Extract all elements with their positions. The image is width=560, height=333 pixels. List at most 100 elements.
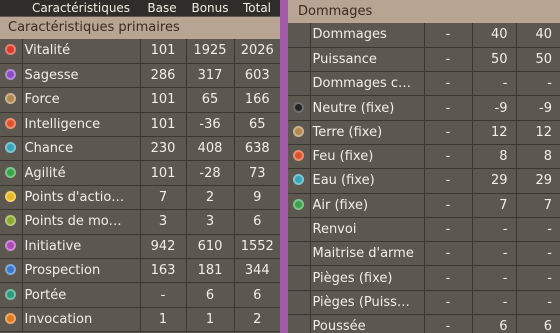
stat-total: 6	[234, 282, 280, 308]
stat-row[interactable]: Air (fixe) -7 7	[288, 193, 560, 218]
stat-row[interactable]: Dommages -40 40	[288, 23, 560, 48]
stat-row[interactable]: Neutre (fixe) - -9 -9	[288, 95, 560, 121]
stat-icon-cell	[0, 112, 23, 138]
stat-total: -	[516, 241, 560, 267]
stat-icon-cell	[288, 95, 311, 121]
damage-stats-panel: Dommages Dommages -40 40 Puissance -50 50 Domm…	[288, 0, 560, 333]
stat-row[interactable]: Sagesse 286 317 603	[0, 63, 280, 89]
stat-base: 230	[140, 136, 187, 162]
stat-total: -	[516, 217, 560, 243]
stat-row[interactable]: Poussée -6 6	[288, 314, 560, 333]
fire-icon	[293, 150, 305, 162]
header-name: Caractéristiques	[31, 1, 131, 15]
stat-row[interactable]: Points de mo… 3 3 6	[0, 209, 280, 235]
stat-bonus: 3	[186, 209, 235, 235]
stat-row[interactable]: Agilité 101 -28 73	[0, 160, 280, 186]
stat-row[interactable]: Portée -6 6	[0, 282, 280, 308]
stat-row[interactable]: Prospection 163 181 344	[0, 258, 280, 284]
stat-bonus: 7	[472, 193, 517, 218]
stat-row[interactable]: Puissance -50 50	[288, 47, 560, 73]
stat-row[interactable]: Points d'actio… 7 2 9	[0, 185, 280, 211]
stat-total: 2	[234, 307, 280, 333]
prospection-icon	[5, 264, 17, 276]
stat-row[interactable]: Eau (fixe) -29 29	[288, 168, 560, 194]
stat-row[interactable]: Feu (fixe) -8 8	[288, 144, 560, 170]
stat-row[interactable]: Vitalité 101 1925 2026	[0, 39, 280, 64]
stat-total: 344	[234, 258, 280, 284]
stat-icon-cell	[288, 47, 311, 73]
stat-base: -	[424, 290, 473, 316]
stat-name: Points d'actio…	[22, 185, 141, 211]
stat-bonus: 1	[186, 307, 235, 333]
stat-total: 6	[234, 209, 280, 235]
boot-icon	[5, 215, 17, 227]
stat-name: Invocation	[22, 307, 141, 333]
stat-icon-cell	[0, 185, 23, 211]
stat-bonus: 6	[186, 282, 235, 308]
stat-bonus: 610	[186, 234, 235, 260]
stat-base: -	[424, 168, 473, 194]
stat-icon-cell	[0, 136, 23, 162]
stat-total: 73	[234, 160, 280, 186]
stat-base: -	[424, 217, 473, 243]
air-icon	[5, 166, 17, 178]
water-icon	[293, 174, 305, 186]
stat-row[interactable]: Dommages c… - - -	[288, 71, 560, 97]
stat-name: Dommages c…	[310, 71, 425, 97]
stat-name: Initiative	[22, 234, 141, 260]
fire-icon	[5, 117, 17, 129]
stat-total: 50	[516, 47, 560, 73]
primary-stats-panel: Caractéristiques Base Bonus Total Caract…	[0, 0, 280, 333]
stat-base: -	[424, 95, 473, 121]
stat-icon-cell	[288, 290, 311, 316]
stat-row[interactable]: Renvoi - - -	[288, 217, 560, 243]
stat-name: Intelligence	[22, 112, 141, 138]
section-title-primary[interactable]: Caractéristiques primaires	[0, 17, 280, 39]
stat-bonus: -	[472, 290, 517, 316]
stat-name: Feu (fixe)	[310, 144, 425, 170]
stats-table-header: Caractéristiques Base Bonus Total	[0, 0, 280, 16]
stat-row[interactable]: Initiative 942 610 1552	[0, 234, 280, 260]
stat-total: 638	[234, 136, 280, 162]
stat-base: 101	[140, 112, 187, 138]
range-icon	[5, 288, 17, 300]
stat-row[interactable]: Terre (fixe) -12 12	[288, 120, 560, 145]
stat-total: 6	[516, 314, 560, 333]
stat-icon-cell	[288, 120, 311, 145]
stat-total: 29	[516, 168, 560, 194]
stat-name: Force	[22, 87, 141, 113]
stat-row[interactable]: Invocation 1 1 2	[0, 307, 280, 333]
stat-row[interactable]: Pièges (fixe) - - -	[288, 265, 560, 291]
stat-total: 7	[516, 193, 560, 218]
stat-bonus: 65	[186, 87, 235, 113]
stat-row[interactable]: Pièges (Puiss… - - -	[288, 290, 560, 316]
stat-name: Eau (fixe)	[310, 168, 425, 194]
summon-icon	[5, 312, 17, 324]
damage-stats-table: Dommages -40 40 Puissance -50 50 Dommages c… - -…	[288, 23, 560, 333]
stat-bonus: 40	[472, 23, 517, 48]
stat-bonus: 317	[186, 63, 235, 89]
stat-icon-cell	[288, 168, 311, 194]
stat-bonus: -	[472, 217, 517, 243]
strength-icon	[5, 93, 17, 105]
stat-row[interactable]: Force 101 65 166	[0, 87, 280, 113]
stat-row[interactable]: Intelligence 101 -36 65	[0, 112, 280, 138]
stat-name: Air (fixe)	[310, 193, 425, 218]
stat-icon-cell	[288, 217, 311, 243]
stat-name: Vitalité	[22, 39, 141, 64]
initiative-icon	[5, 239, 17, 251]
stat-bonus: 50	[472, 47, 517, 73]
section-title-damage[interactable]: Dommages	[288, 0, 560, 23]
stat-name: Terre (fixe)	[310, 120, 425, 145]
stat-total: -	[516, 265, 560, 291]
stat-name: Points de mo…	[22, 209, 141, 235]
air-icon	[293, 198, 305, 210]
stat-row[interactable]: Maitrise d'arme - - -	[288, 241, 560, 267]
stat-total: 65	[234, 112, 280, 138]
stat-name: Portée	[22, 282, 141, 308]
stat-base: -	[424, 23, 473, 48]
stat-name: Pièges (Puiss…	[310, 290, 425, 316]
stat-icon-cell	[0, 209, 23, 235]
stat-bonus: 2	[186, 185, 235, 211]
stat-row[interactable]: Chance 230 408 638	[0, 136, 280, 162]
